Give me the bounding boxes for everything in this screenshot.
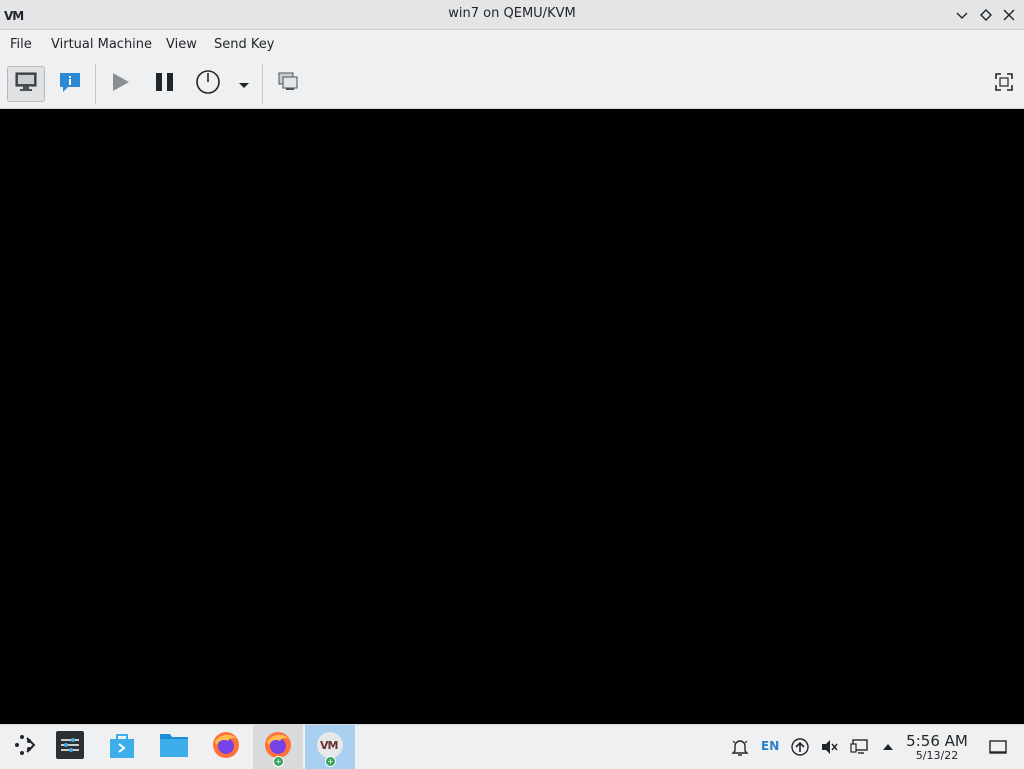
svg-text:VM: VM — [320, 739, 338, 752]
taskbar-dolphin[interactable] — [149, 725, 199, 769]
new-window-badge-icon: + — [273, 756, 284, 767]
snapshots-icon — [276, 70, 300, 98]
fullscreen-button[interactable] — [985, 66, 1023, 102]
notifications-icon[interactable] — [730, 737, 750, 757]
minimize-icon[interactable] — [953, 6, 971, 24]
shutdown-button[interactable] — [189, 66, 227, 102]
shutdown-menu-button[interactable] — [232, 66, 256, 102]
expand-tray-icon[interactable] — [878, 737, 898, 757]
toolbar-separator — [262, 64, 263, 104]
folder-icon — [158, 730, 190, 764]
close-icon[interactable] — [1000, 6, 1018, 24]
menu-send-key[interactable]: Send Key — [214, 37, 274, 52]
snapshots-button[interactable] — [269, 66, 307, 102]
kde-launcher-icon — [12, 732, 38, 762]
pause-icon — [153, 70, 177, 98]
show-details-button[interactable] — [51, 66, 89, 102]
firefox-icon — [211, 730, 241, 764]
settings-icon — [55, 730, 85, 764]
power-icon — [195, 69, 221, 99]
taskbar-system-settings[interactable] — [45, 725, 95, 769]
store-icon — [107, 730, 137, 764]
network-icon[interactable] — [849, 737, 869, 757]
toolbar-separator — [95, 64, 96, 104]
keyboard-layout-indicator[interactable]: EN — [761, 739, 779, 753]
menu-bar: File Virtual Machine View Send Key — [0, 30, 1024, 58]
toolbar — [0, 58, 1024, 109]
taskbar: + VM + EN 5:56 AM 5/13/22 — [0, 724, 1024, 769]
volume-muted-icon[interactable] — [819, 737, 839, 757]
taskbar-firefox[interactable] — [201, 725, 251, 769]
vm-console-display[interactable] — [0, 109, 1024, 724]
taskbar-virt-manager[interactable]: VM + — [305, 725, 355, 769]
menu-view[interactable]: View — [166, 37, 197, 52]
run-button[interactable] — [101, 66, 139, 102]
show-desktop-icon[interactable] — [988, 737, 1008, 757]
clock-time[interactable]: 5:56 AM — [904, 732, 970, 750]
menu-virtual-machine[interactable]: Virtual Machine — [51, 37, 152, 52]
maximize-icon[interactable] — [977, 6, 995, 24]
title-bar: VM win7 on QEMU/KVM — [0, 0, 1024, 30]
updates-icon[interactable] — [790, 737, 810, 757]
menu-file[interactable]: File — [10, 37, 32, 52]
window-title: win7 on QEMU/KVM — [448, 6, 576, 21]
info-icon — [58, 70, 82, 98]
taskbar-discover[interactable] — [97, 725, 147, 769]
play-icon — [108, 70, 132, 98]
monitor-icon — [14, 71, 38, 97]
taskbar-firefox-running[interactable]: + — [253, 725, 303, 769]
pause-button[interactable] — [146, 66, 184, 102]
new-window-badge-icon: + — [325, 756, 336, 767]
dropdown-arrow-icon — [238, 75, 250, 94]
fullscreen-icon — [994, 72, 1014, 96]
show-console-button[interactable] — [7, 66, 45, 102]
clock-date[interactable]: 5/13/22 — [904, 749, 970, 762]
application-launcher-button[interactable] — [0, 725, 50, 769]
